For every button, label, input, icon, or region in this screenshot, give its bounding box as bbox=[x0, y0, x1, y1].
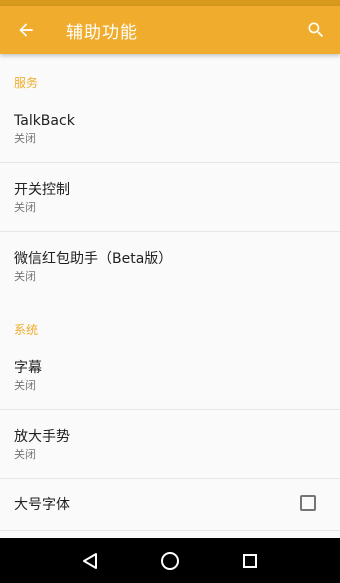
item-title: TalkBack bbox=[14, 113, 75, 129]
arrow-back-icon bbox=[19, 23, 33, 37]
navigation-bar bbox=[0, 538, 340, 583]
list-item-magnification-gestures[interactable]: 放大手势 关闭 bbox=[0, 410, 340, 479]
large-text-checkbox[interactable] bbox=[300, 495, 316, 511]
list-item-wechat-red-packet[interactable]: 微信红包助手（Beta版） 关闭 bbox=[0, 232, 340, 301]
app-bar: 辅助功能 bbox=[0, 6, 340, 54]
section-header-services: 服务 bbox=[14, 76, 39, 90]
nav-back-button[interactable] bbox=[70, 541, 110, 581]
item-summary: 关闭 bbox=[14, 270, 36, 283]
section-header-system: 系统 bbox=[14, 323, 39, 337]
nav-home-button[interactable] bbox=[150, 541, 190, 581]
list-item-talkback[interactable]: TalkBack 关闭 bbox=[0, 94, 340, 163]
settings-list[interactable]: 服务 TalkBack 关闭 开关控制 关闭 微信红包助手（Beta版） 关闭 … bbox=[0, 54, 340, 538]
list-item-switch-access[interactable]: 开关控制 关闭 bbox=[0, 163, 340, 232]
list-item-large-text[interactable]: 大号字体 bbox=[0, 479, 340, 531]
list-item-captions[interactable]: 字幕 关闭 bbox=[0, 341, 340, 410]
item-summary: 关闭 bbox=[14, 379, 36, 392]
nav-home-circle-icon bbox=[161, 551, 179, 570]
search-icon bbox=[308, 22, 324, 38]
item-title: 字幕 bbox=[14, 360, 42, 376]
search-button[interactable] bbox=[292, 6, 340, 54]
page-title: 辅助功能 bbox=[66, 22, 138, 43]
item-title: 大号字体 bbox=[14, 497, 70, 513]
nav-back-triangle-icon bbox=[83, 552, 97, 569]
item-title: 开关控制 bbox=[14, 182, 70, 198]
item-summary: 关闭 bbox=[14, 132, 36, 145]
nav-recents-square-icon bbox=[243, 553, 257, 568]
back-button[interactable] bbox=[2, 6, 50, 54]
item-summary: 关闭 bbox=[14, 448, 36, 461]
item-summary: 关闭 bbox=[14, 201, 36, 214]
nav-recents-button[interactable] bbox=[230, 541, 270, 581]
item-title: 放大手势 bbox=[14, 429, 70, 445]
item-title: 微信红包助手（Beta版） bbox=[14, 251, 173, 267]
